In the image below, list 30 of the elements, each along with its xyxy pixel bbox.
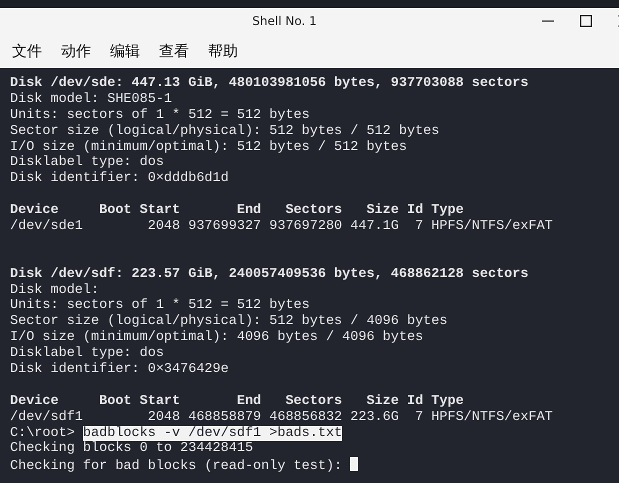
terminal-line: Checking blocks 0 to 234428415 — [10, 441, 254, 456]
terminal-line: I/O size (minimum/optimal): 512 bytes / 512 bytes — [10, 140, 407, 155]
window-title: Shell No. 1 — [252, 14, 317, 28]
menu-item[interactable]: 查看 — [158, 42, 190, 60]
terminal-heading: Device Boot Start End Sectors Size Id Type — [10, 203, 464, 218]
maximize-icon — [580, 15, 592, 27]
terminal-line: Disklabel type: dos — [10, 155, 164, 170]
terminal-heading: Disk /dev/sde: 447.13 GiB, 480103981056 bytes, 937703088 sectors — [10, 76, 528, 91]
terminal-line: Disklabel type: dos — [10, 346, 164, 362]
terminal-line: Disk model: SHE085-1 — [10, 92, 172, 107]
terminal-line: Units: sectors of 1 * 512 = 512 bytes — [10, 108, 310, 123]
terminal-line: Sector size (logical/physical): 512 bytes / 512 bytes — [10, 124, 440, 139]
maximize-button[interactable] — [579, 14, 593, 28]
menu-item[interactable]: 编辑 — [109, 42, 141, 60]
selected-command: badblocks -v /dev/sdf1 >bads.txt — [82, 426, 342, 441]
terminal-line: /dev/sde1 2048 937699327 937697280 447.1G 7 HPFS/NTFS/exFAT — [10, 219, 553, 234]
menu-item[interactable]: 帮助 — [207, 42, 239, 60]
menu-item[interactable]: 文件 — [11, 42, 43, 60]
terminal-line: Checking for bad blocks (read-only test): — [10, 459, 342, 474]
menu-item[interactable]: 动作 — [60, 42, 92, 60]
terminal-line: Disk identifier: 0×3476429e — [10, 362, 229, 378]
terminal-line: Sector size (logical/physical): 512 bytes / 4096 bytes — [10, 314, 448, 330]
prompt: C:\root> — [10, 426, 75, 441]
terminal-heading: Disk /dev/sdf: 223.57 GiB, 240057409536 bytes, 468862128 sectors — [10, 266, 528, 282]
terminal-line: /dev/sdf1 2048 468858879 468856832 223.6G 7 HPFS/NTFS/exFAT — [10, 410, 553, 425]
terminal-line: I/O size (minimum/optimal): 4096 bytes / 4096 bytes — [10, 330, 424, 346]
terminal-line: Disk model: — [10, 282, 100, 298]
terminal-line: Disk identifier: 0×dddb6d1d — [10, 171, 229, 186]
terminal-heading: Device Boot Start End Sectors Size Id Type — [10, 394, 464, 409]
terminal-line: Units: sectors of 1 * 512 = 512 bytes — [10, 298, 310, 314]
